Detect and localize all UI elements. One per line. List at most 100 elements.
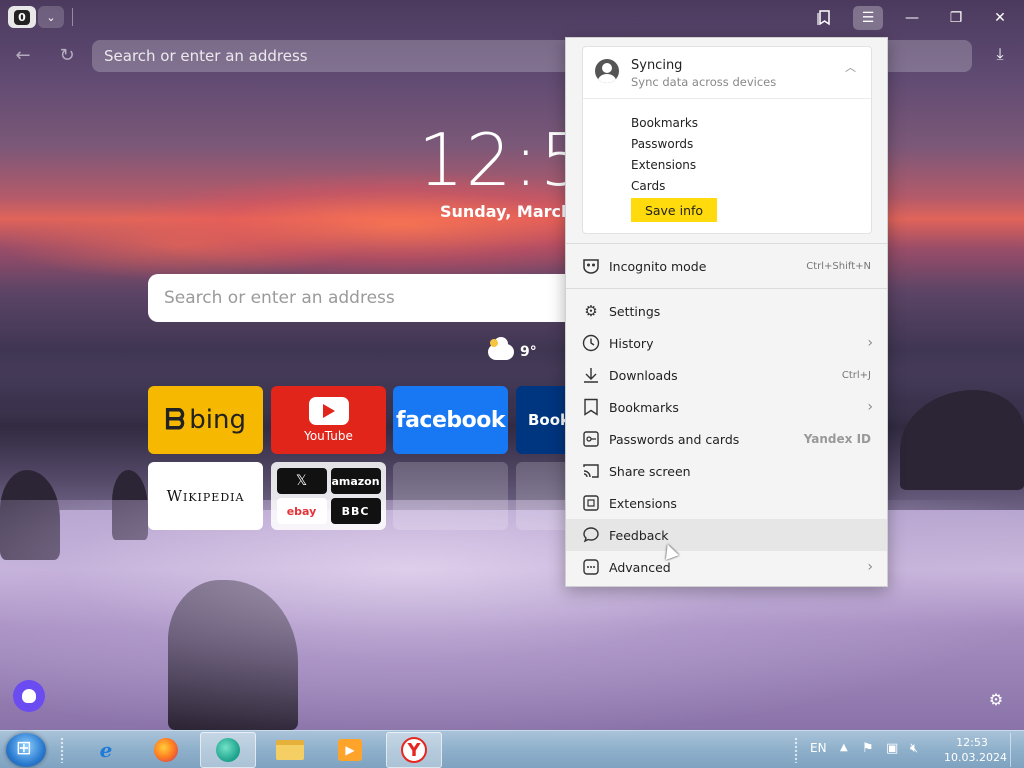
menu-item-advanced[interactable]: Advanced › (566, 551, 887, 583)
key-card-icon (580, 428, 602, 450)
menu-item-label: Settings (609, 303, 661, 319)
menu-item-feedback[interactable]: Feedback (566, 519, 887, 551)
speed-dial-empty-slot[interactable] (516, 462, 566, 530)
back-arrow-icon[interactable]: ← (12, 45, 34, 67)
alice-assistant-icon[interactable] (13, 680, 45, 712)
show-desktop-button[interactable] (1010, 733, 1022, 767)
amazon-label: amazon (330, 468, 381, 494)
menu-item-label: Downloads (609, 367, 678, 383)
newtab-date: Sunday, March (440, 202, 573, 221)
download-icon[interactable]: ⤓ (988, 44, 1012, 70)
sync-item-passwords: Passwords (631, 137, 694, 151)
taskbar-messenger-icon[interactable] (200, 732, 256, 768)
close-button[interactable]: ✕ (985, 6, 1015, 30)
tab-strip: 0 ⌄ ☰ — ❐ ✕ (0, 0, 1024, 36)
weather-widget[interactable]: 9° (488, 337, 537, 360)
system-time: 12:53 (956, 736, 988, 749)
menu-divider (566, 243, 887, 244)
sync-item-cards: Cards (631, 179, 666, 193)
clock-icon (580, 332, 602, 354)
bing-logo-icon: ᗷ (165, 403, 186, 436)
language-indicator[interactable]: EN (810, 741, 827, 755)
main-menu: Syncing Sync data across devices ︿ Bookm… (565, 37, 888, 587)
menu-item-label: Incognito mode (609, 258, 707, 274)
menu-item-history[interactable]: History › (566, 327, 887, 359)
incognito-mask-icon (580, 255, 602, 277)
menu-item-passwords[interactable]: Passwords and cards Yandex ID (566, 423, 887, 455)
sync-divider (583, 98, 871, 99)
sync-title: Syncing (631, 58, 683, 73)
volume-muted-icon[interactable]: 🔇︎ (910, 741, 918, 756)
puzzle-icon (580, 492, 602, 514)
system-clock[interactable]: 12:53 10.03.2024 (944, 735, 1007, 765)
menu-divider (566, 288, 887, 289)
yandex-id-badge: Yandex ID (803, 432, 871, 446)
sync-item-bookmarks: Bookmarks (631, 116, 699, 130)
newtab-clock: 12:5 (418, 118, 588, 202)
menu-item-label: Passwords and cards (609, 431, 740, 447)
taskbar-media-player-icon[interactable]: ▶ (322, 732, 378, 768)
menu-item-share-screen[interactable]: Share screen (566, 455, 887, 487)
speed-dial-facebook[interactable]: facebook (393, 386, 508, 454)
tab-separator (72, 8, 73, 26)
minimize-button[interactable]: — (897, 6, 927, 30)
avatar-icon (595, 59, 619, 83)
speed-dial-bing[interactable]: ᗷ bing (148, 386, 263, 454)
menu-item-extensions[interactable]: Extensions (566, 487, 887, 519)
sync-item-extensions: Extensions (631, 158, 697, 172)
speed-dial-youtube[interactable]: YouTube (271, 386, 386, 454)
taskbar-internet-explorer-icon[interactable]: e (78, 732, 134, 768)
taskbar-yandex-browser-icon[interactable]: Y (386, 732, 442, 768)
tray-expand-icon[interactable]: ▲ (840, 742, 848, 753)
taskbar-firefox-icon[interactable] (138, 732, 194, 768)
menu-item-label: Share screen (609, 463, 691, 479)
menu-item-shortcut: Ctrl+J (841, 369, 871, 381)
chevron-right-icon: › (867, 335, 873, 351)
menu-item-incognito[interactable]: Incognito mode Ctrl+Shift+N (566, 250, 887, 282)
menu-item-label: History (609, 335, 654, 351)
chevron-right-icon: › (867, 399, 873, 415)
youtube-play-icon (308, 397, 349, 425)
restore-button[interactable]: ❐ (941, 6, 971, 30)
collections-icon[interactable] (809, 6, 839, 30)
start-button[interactable] (6, 733, 46, 767)
youtube-label: YouTube (304, 429, 353, 443)
taskbar-grip (794, 737, 798, 763)
cloud-sun-icon (488, 337, 514, 360)
menu-item-label: Bookmarks (609, 399, 679, 415)
bookmark-icon (580, 396, 602, 418)
speed-dial-folder[interactable]: 𝕏 amazon ebay BBC (271, 462, 386, 530)
menu-item-label: Feedback (609, 527, 669, 543)
taskbar-explorer-icon[interactable] (262, 732, 318, 768)
speed-dial-empty-slot[interactable] (393, 462, 508, 530)
system-date: 10.03.2024 (944, 751, 1007, 764)
facebook-label: facebook (396, 407, 506, 433)
booking-label: Booki (528, 411, 566, 429)
wikipedia-label: Wikipedia (166, 487, 245, 505)
menu-item-bookmarks[interactable]: Bookmarks › (566, 391, 887, 423)
action-center-flag-icon[interactable]: ⚑ (862, 741, 874, 756)
chevron-down-icon[interactable]: ⌄ (38, 6, 64, 28)
cast-icon (580, 460, 602, 482)
speed-dial-booking[interactable]: Booki (516, 386, 566, 454)
download-icon (580, 364, 602, 386)
tabs-counter-button[interactable]: 0 (8, 6, 36, 28)
tabs-count: 0 (14, 9, 30, 25)
x-logo-icon: 𝕏 (276, 468, 327, 494)
chevron-up-icon[interactable]: ︿ (845, 59, 856, 75)
taskbar-grip (60, 737, 64, 763)
menu-item-downloads[interactable]: Downloads Ctrl+J (566, 359, 887, 391)
ebay-label: ebay (276, 498, 327, 524)
reload-icon[interactable]: ↻ (56, 45, 78, 67)
sync-card: Syncing Sync data across devices ︿ Bookm… (582, 46, 872, 234)
menu-item-settings[interactable]: ⚙ Settings (566, 295, 887, 327)
save-info-button[interactable]: Save info (631, 198, 717, 222)
chat-bubble-icon (580, 524, 602, 546)
network-icon[interactable]: ▣ (886, 741, 898, 756)
newtab-search-input[interactable] (148, 274, 578, 322)
sliders-icon[interactable]: ⚙ (984, 690, 1008, 712)
sync-subtitle: Sync data across devices (631, 75, 777, 89)
hamburger-icon[interactable]: ☰ (853, 6, 883, 30)
speed-dial-wikipedia[interactable]: Wikipedia (148, 462, 263, 530)
newtab-search-box[interactable] (148, 274, 578, 322)
